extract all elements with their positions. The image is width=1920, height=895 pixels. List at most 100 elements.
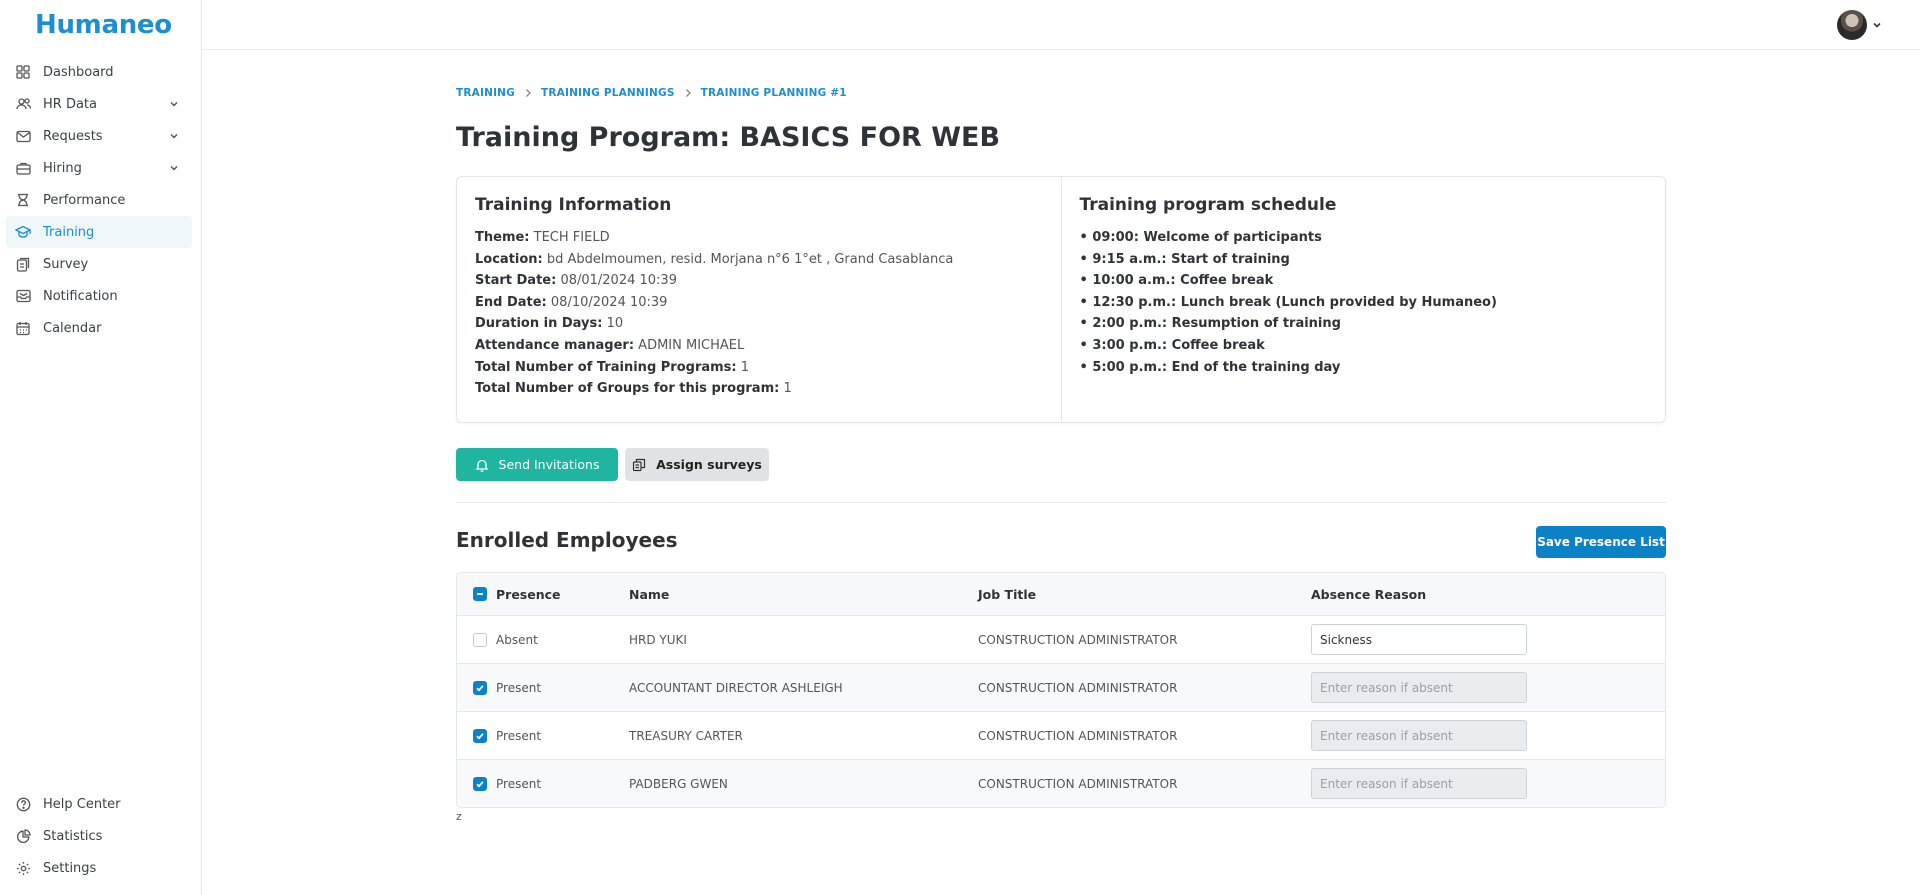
sidebar-item-label: Help Center: [43, 796, 121, 812]
sidebar-item-notification[interactable]: Notification: [6, 280, 192, 312]
sidebar-item-label: Statistics: [43, 828, 103, 844]
copy-icon: [632, 458, 646, 472]
presence-status: Present: [496, 776, 542, 791]
sidebar-item-label: Performance: [43, 192, 126, 208]
absence-reason-input[interactable]: [1311, 720, 1527, 751]
sidebar-bottom-nav: Help Center Statistics Settings: [6, 788, 192, 884]
training-schedule: Training program schedule • 09:00: Welco…: [1060, 177, 1666, 422]
presence-status: Present: [496, 680, 542, 695]
calendar-icon: [15, 320, 31, 336]
employee-job-title: CONSTRUCTION ADMINISTRATOR: [978, 728, 1178, 743]
column-header-presence: Presence: [496, 586, 561, 602]
column-header-absence-reason: Absence Reason: [1311, 586, 1427, 602]
users-icon: [15, 96, 31, 112]
info-location: Location: bd Abdelmoumen, resid. Morjana…: [475, 249, 1043, 271]
employee-name: ACCOUNTANT DIRECTOR ASHLEIGH: [629, 680, 843, 695]
sidebar-item-statistics[interactable]: Statistics: [6, 820, 192, 852]
presence-checkbox[interactable]: [473, 728, 487, 743]
sidebar-item-label: Hiring: [43, 160, 82, 176]
table-row: Absent HRD YUKI CONSTRUCTION ADMINISTRAT…: [457, 615, 1665, 663]
sidebar: Humaneo Dashboard HR Data Requests Hirin…: [0, 0, 202, 895]
sidebar-item-requests[interactable]: Requests: [6, 120, 192, 152]
footnote-text: z: [456, 810, 462, 823]
sidebar-item-label: Notification: [43, 288, 118, 304]
send-invitations-button[interactable]: Send Invitations: [456, 448, 618, 481]
info-value: 1: [783, 381, 792, 397]
chevron-down-icon[interactable]: [166, 128, 182, 144]
schedule-item: • 3:00 p.m.: Coffee break: [1079, 337, 1265, 353]
chevron-down-icon[interactable]: [166, 160, 182, 176]
info-label: Start Date:: [475, 273, 557, 289]
sidebar-nav: Dashboard HR Data Requests Hiring Perfor…: [6, 56, 192, 344]
sidebar-item-help-center[interactable]: Help Center: [6, 788, 192, 820]
presence-cell: Absent: [457, 632, 629, 647]
chevron-down-icon[interactable]: [166, 96, 182, 112]
chevron-right-icon: [684, 88, 692, 98]
presence-header: Presence: [457, 587, 629, 602]
info-value: 08/10/2024 10:39: [550, 294, 668, 310]
sidebar-item-hiring[interactable]: Hiring: [6, 152, 192, 184]
presence-checkbox[interactable]: [473, 680, 487, 695]
info-end-date: End Date: 08/10/2024 10:39: [475, 292, 1043, 314]
assign-surveys-label: Assign surveys: [656, 457, 762, 472]
breadcrumb: TRAINING TRAINING PLANNINGS TRAINING PLA…: [456, 87, 847, 99]
absence-reason-input[interactable]: [1311, 672, 1527, 703]
absence-reason-cell: [1311, 768, 1665, 799]
training-schedule-title: Training program schedule: [1079, 195, 1337, 215]
info-label: Total Number of Groups for this program:: [475, 381, 780, 397]
save-presence-list-button[interactable]: Save Presence List: [1536, 526, 1666, 558]
presence-checkbox[interactable]: [473, 632, 487, 647]
presence-checkbox[interactable]: [473, 776, 487, 791]
absence-reason-input[interactable]: [1311, 624, 1527, 655]
table-header: Presence Name Job Title Absence Reason: [457, 573, 1665, 615]
sidebar-item-label: HR Data: [43, 96, 97, 112]
employee-name: TREASURY CARTER: [629, 728, 743, 743]
sidebar-item-performance[interactable]: Performance: [6, 184, 192, 216]
info-duration: Duration in Days: 10: [475, 313, 1043, 335]
app-logo[interactable]: Humaneo: [35, 10, 172, 40]
avatar[interactable]: [1837, 10, 1867, 40]
absence-reason-cell: [1311, 720, 1665, 751]
clipboard-icon: [15, 256, 31, 272]
pie-chart-icon: [15, 828, 31, 844]
sidebar-item-training[interactable]: Training: [6, 216, 192, 248]
send-invitations-label: Send Invitations: [498, 457, 600, 472]
absence-reason-cell: [1311, 624, 1665, 655]
employee-name: PADBERG GWEN: [629, 776, 728, 791]
table-row: Present TREASURY CARTER CONSTRUCTION ADM…: [457, 711, 1665, 759]
info-value: 10: [606, 316, 624, 332]
trophy-icon: [15, 192, 31, 208]
info-value: TECH FIELD: [533, 230, 610, 245]
employee-job-title: CONSTRUCTION ADMINISTRATOR: [978, 680, 1178, 695]
table-row: Present PADBERG GWEN CONSTRUCTION ADMINI…: [457, 759, 1665, 807]
gear-icon: [15, 860, 31, 876]
chevron-down-icon[interactable]: [1870, 17, 1884, 31]
breadcrumb-item-training-planning-1[interactable]: TRAINING PLANNING #1: [701, 87, 847, 99]
enrolled-employees-title: Enrolled Employees: [456, 528, 678, 552]
sidebar-item-hr-data[interactable]: HR Data: [6, 88, 192, 120]
select-all-checkbox[interactable]: [473, 587, 487, 601]
employee-job-title: CONSTRUCTION ADMINISTRATOR: [978, 776, 1178, 791]
briefcase-icon: [15, 160, 31, 176]
sidebar-item-label: Training: [43, 224, 95, 240]
presence-cell: Present: [457, 728, 629, 743]
info-label: Location:: [475, 251, 543, 267]
sidebar-item-calendar[interactable]: Calendar: [6, 312, 192, 344]
schedule-item: • 10:00 a.m.: Coffee break: [1079, 273, 1274, 289]
absence-reason-input[interactable]: [1311, 768, 1527, 799]
breadcrumb-item-training[interactable]: TRAINING: [456, 87, 515, 99]
training-info-card: Training Information Theme: TECH FIELD L…: [456, 176, 1666, 423]
sidebar-item-label: Settings: [43, 860, 97, 876]
column-header-job-title: Job Title: [978, 586, 1037, 602]
sidebar-item-survey[interactable]: Survey: [6, 248, 192, 280]
assign-surveys-button[interactable]: Assign surveys: [625, 448, 769, 481]
column-header-name: Name: [629, 586, 670, 602]
sidebar-item-settings[interactable]: Settings: [6, 852, 192, 884]
info-value: 1: [740, 359, 750, 375]
employee-job-title: CONSTRUCTION ADMINISTRATOR: [978, 632, 1178, 647]
schedule-item: • 2:00 p.m.: Resumption of training: [1079, 316, 1341, 332]
schedule-item: • 09:00: Welcome of participants: [1079, 230, 1322, 245]
sidebar-item-dashboard[interactable]: Dashboard: [6, 56, 192, 88]
breadcrumb-item-training-plannings[interactable]: TRAINING PLANNINGS: [541, 87, 675, 99]
info-label: Theme:: [475, 230, 530, 245]
